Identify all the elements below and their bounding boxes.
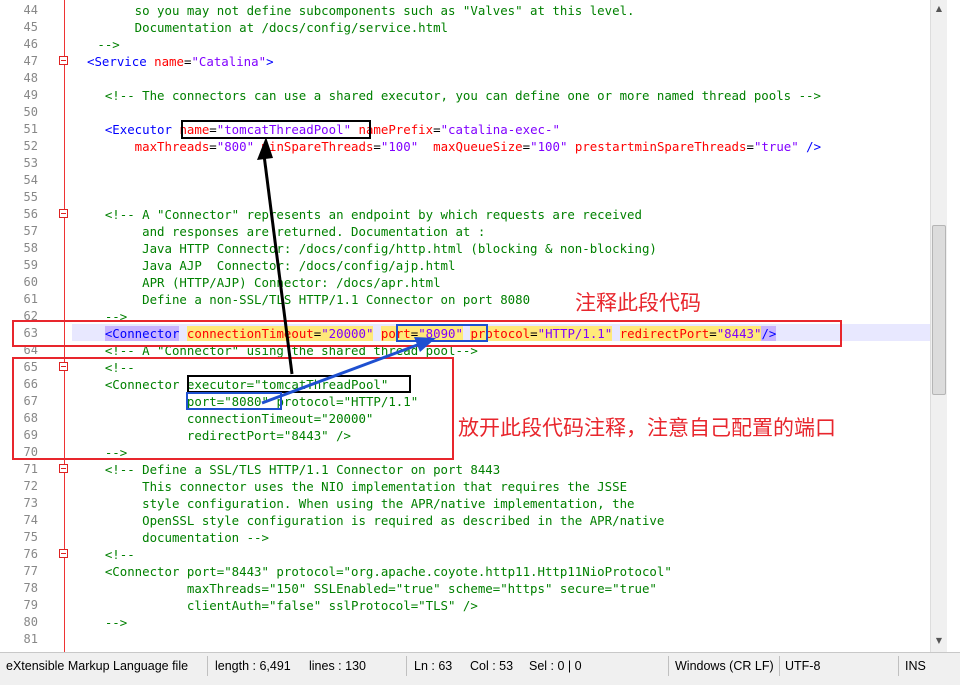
annotation-uncomment-this-code: 放开此段代码注释，注意自己配置的端口	[458, 416, 836, 440]
status-separator	[779, 656, 780, 676]
status-encoding: UTF-8	[785, 659, 821, 673]
status-length: length : 6,491	[215, 659, 291, 673]
black-arrow-head	[257, 137, 273, 160]
status-separator	[668, 656, 669, 676]
status-sel: Sel : 0 | 0	[529, 659, 582, 673]
blue-arrow-line	[261, 342, 421, 405]
status-separator	[406, 656, 407, 676]
status-ln: Ln : 63	[414, 659, 453, 673]
status-separator	[207, 656, 208, 676]
black-arrow-line	[262, 154, 294, 375]
annotation-comment-this-code: 注释此段代码	[575, 291, 701, 315]
vertical-scrollbar[interactable]: ▲ ▼	[930, 0, 947, 652]
status-mode: INS	[905, 659, 926, 673]
scroll-up-icon[interactable]: ▲	[934, 4, 944, 14]
scroll-down-icon[interactable]: ▼	[934, 636, 944, 646]
status-lines: lines : 130	[309, 659, 366, 673]
code-editor[interactable]: 44 45 46 47 48 49 50 51 52 53 54 55 56 57 58 59 60 61 62 63…	[0, 0, 930, 652]
status-bar: eXtensible Markup Language file length :…	[0, 652, 960, 685]
blue-arrow-head	[414, 337, 436, 352]
status-col: Col : 53	[470, 659, 514, 673]
status-separator	[898, 656, 899, 676]
status-eol: Windows (CR LF)	[675, 659, 774, 673]
right-margin	[947, 0, 960, 652]
status-file-type: eXtensible Markup Language file	[6, 659, 189, 673]
scrollbar-thumb[interactable]	[932, 225, 946, 395]
annotation-arrows	[257, 137, 436, 405]
